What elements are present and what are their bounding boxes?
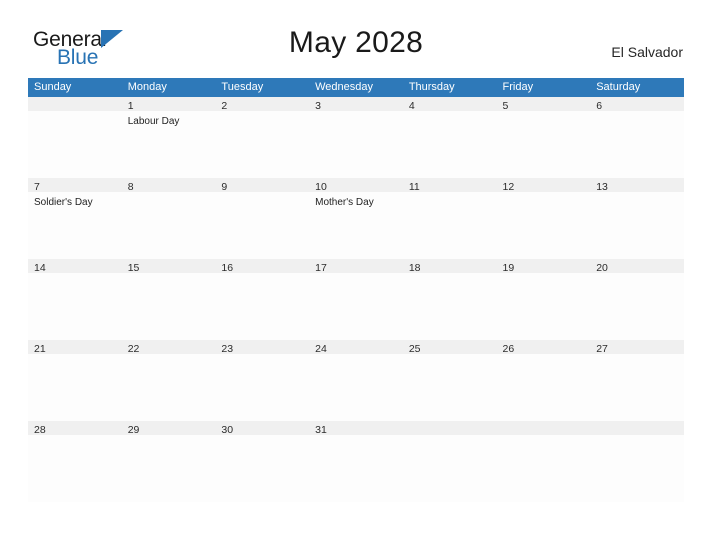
day-number: 20 [596,262,608,274]
day-events: Labour Day [128,115,216,128]
day-cell-empty [403,423,497,502]
day-number: 22 [127,343,140,355]
day-cell[interactable]: 28 [28,423,122,502]
day-number: 9 [221,181,228,193]
day-number: 16 [221,262,234,274]
day-cell[interactable]: 3 [309,99,403,178]
day-number: 14 [34,262,46,274]
weekday-header-monday: Monday [127,81,167,93]
day-cell[interactable]: 27 [590,342,684,421]
holiday-label: Labour Day [127,116,180,127]
day-cell[interactable]: 11 [403,180,497,259]
week-body: 28 29 30 31 [28,421,684,502]
calendar-week-row: 1 Labour Day 2 3 4 5 6 [28,97,684,178]
day-number: 13 [596,181,608,193]
day-number: 25 [408,343,421,355]
day-number: 5 [502,100,509,112]
day-number: 11 [408,181,420,193]
day-cell[interactable]: 2 [215,99,309,178]
day-cell[interactable]: 6 [590,99,684,178]
day-cell[interactable]: 18 [403,261,497,340]
day-number: 29 [127,424,140,436]
day-cell[interactable]: 19 [497,261,591,340]
day-cell[interactable]: 13 [590,180,684,259]
day-number: 30 [221,424,234,436]
weekday-header-sunday: Sunday [34,81,72,93]
day-number: 27 [596,343,608,355]
day-number: 7 [34,181,40,193]
day-number: 28 [34,424,46,436]
weekday-header-thursday: Thursday [408,81,455,93]
day-events: Soldier's Day [34,196,122,209]
day-cell[interactable]: 26 [497,342,591,421]
day-cell[interactable]: 9 [215,180,309,259]
calendar-grid: Sunday Monday Tuesday Wednesday Thursday Frid… [28,78,684,502]
day-number: 15 [127,262,140,274]
day-number: 23 [221,343,234,355]
day-cell[interactable]: 22 [122,342,216,421]
holiday-label: Soldier's Day [34,197,93,208]
page-title: May 2028 [288,26,424,59]
week-body: 1 Labour Day 2 3 4 5 6 [28,97,684,178]
week-body: 21 22 23 24 25 26 27 [28,340,684,421]
week-body: 7 Soldier's Day 8 9 10 Mother's Day 11 12 13 [28,178,684,259]
day-cell[interactable]: 14 [28,261,122,340]
calendar-week-row: 21 22 23 24 25 26 27 [28,340,684,421]
day-cell[interactable]: 20 [590,261,684,340]
day-number: 17 [315,262,327,274]
day-cell[interactable]: 10 Mother's Day [309,180,403,259]
calendar-week-row: 14 15 16 17 18 19 20 [28,259,684,340]
day-number: 10 [315,181,327,193]
day-cell[interactable]: 31 [309,423,403,502]
week-body: 14 15 16 17 18 19 20 [28,259,684,340]
day-number: 1 [127,100,134,112]
calendar-week-row: 28 29 30 31 [28,421,684,502]
calendar-page: General Blue May 2028 El Salvador Sunday… [0,0,712,550]
weekday-header-tuesday: Tuesday [221,81,264,93]
day-cell-empty [28,99,122,178]
page-header: General Blue May 2028 El Salvador [0,0,712,78]
day-number: 21 [34,343,46,355]
day-cell-empty [497,423,591,502]
day-cell[interactable]: 17 [309,261,403,340]
day-events: Mother's Day [315,196,403,209]
day-number: 3 [315,100,321,112]
day-cell[interactable]: 25 [403,342,497,421]
calendar-week-row: 7 Soldier's Day 8 9 10 Mother's Day 11 12 13 [28,178,684,259]
day-number: 2 [221,100,228,112]
day-cell[interactable]: 21 [28,342,122,421]
day-number: 19 [502,262,515,274]
day-number: 31 [315,424,327,436]
day-cell[interactable]: 15 [122,261,216,340]
weekday-header-wednesday: Wednesday [315,81,373,93]
day-number: 8 [127,181,134,193]
country-label: El Salvador [611,44,683,60]
day-cell[interactable]: 5 [497,99,591,178]
day-cell[interactable]: 30 [215,423,309,502]
weekday-header-row: Sunday Monday Tuesday Wednesday Thursday Frid… [28,78,684,97]
day-number: 4 [408,100,415,112]
holiday-label: Mother's Day [315,197,374,208]
day-cell[interactable]: 1 Labour Day [122,99,216,178]
calendar-weeks: 1 Labour Day 2 3 4 5 6 7 Soldier's Day 8 9 10 Mother… [28,97,684,502]
day-cell-empty [590,423,684,502]
day-number: 24 [315,343,327,355]
weekday-header-friday: Friday [502,81,534,93]
day-cell[interactable]: 29 [122,423,216,502]
day-cell[interactable]: 8 [122,180,216,259]
day-cell[interactable]: 23 [215,342,309,421]
day-cell[interactable]: 12 [497,180,591,259]
day-cell[interactable]: 4 [403,99,497,178]
day-cell[interactable]: 24 [309,342,403,421]
day-number: 12 [502,181,515,193]
day-number: 6 [596,100,603,112]
day-number: 26 [502,343,515,355]
weekday-header-saturday: Saturday [596,81,641,93]
day-cell[interactable]: 16 [215,261,309,340]
day-number: 18 [408,262,421,274]
day-cell[interactable]: 7 Soldier's Day [28,180,122,259]
